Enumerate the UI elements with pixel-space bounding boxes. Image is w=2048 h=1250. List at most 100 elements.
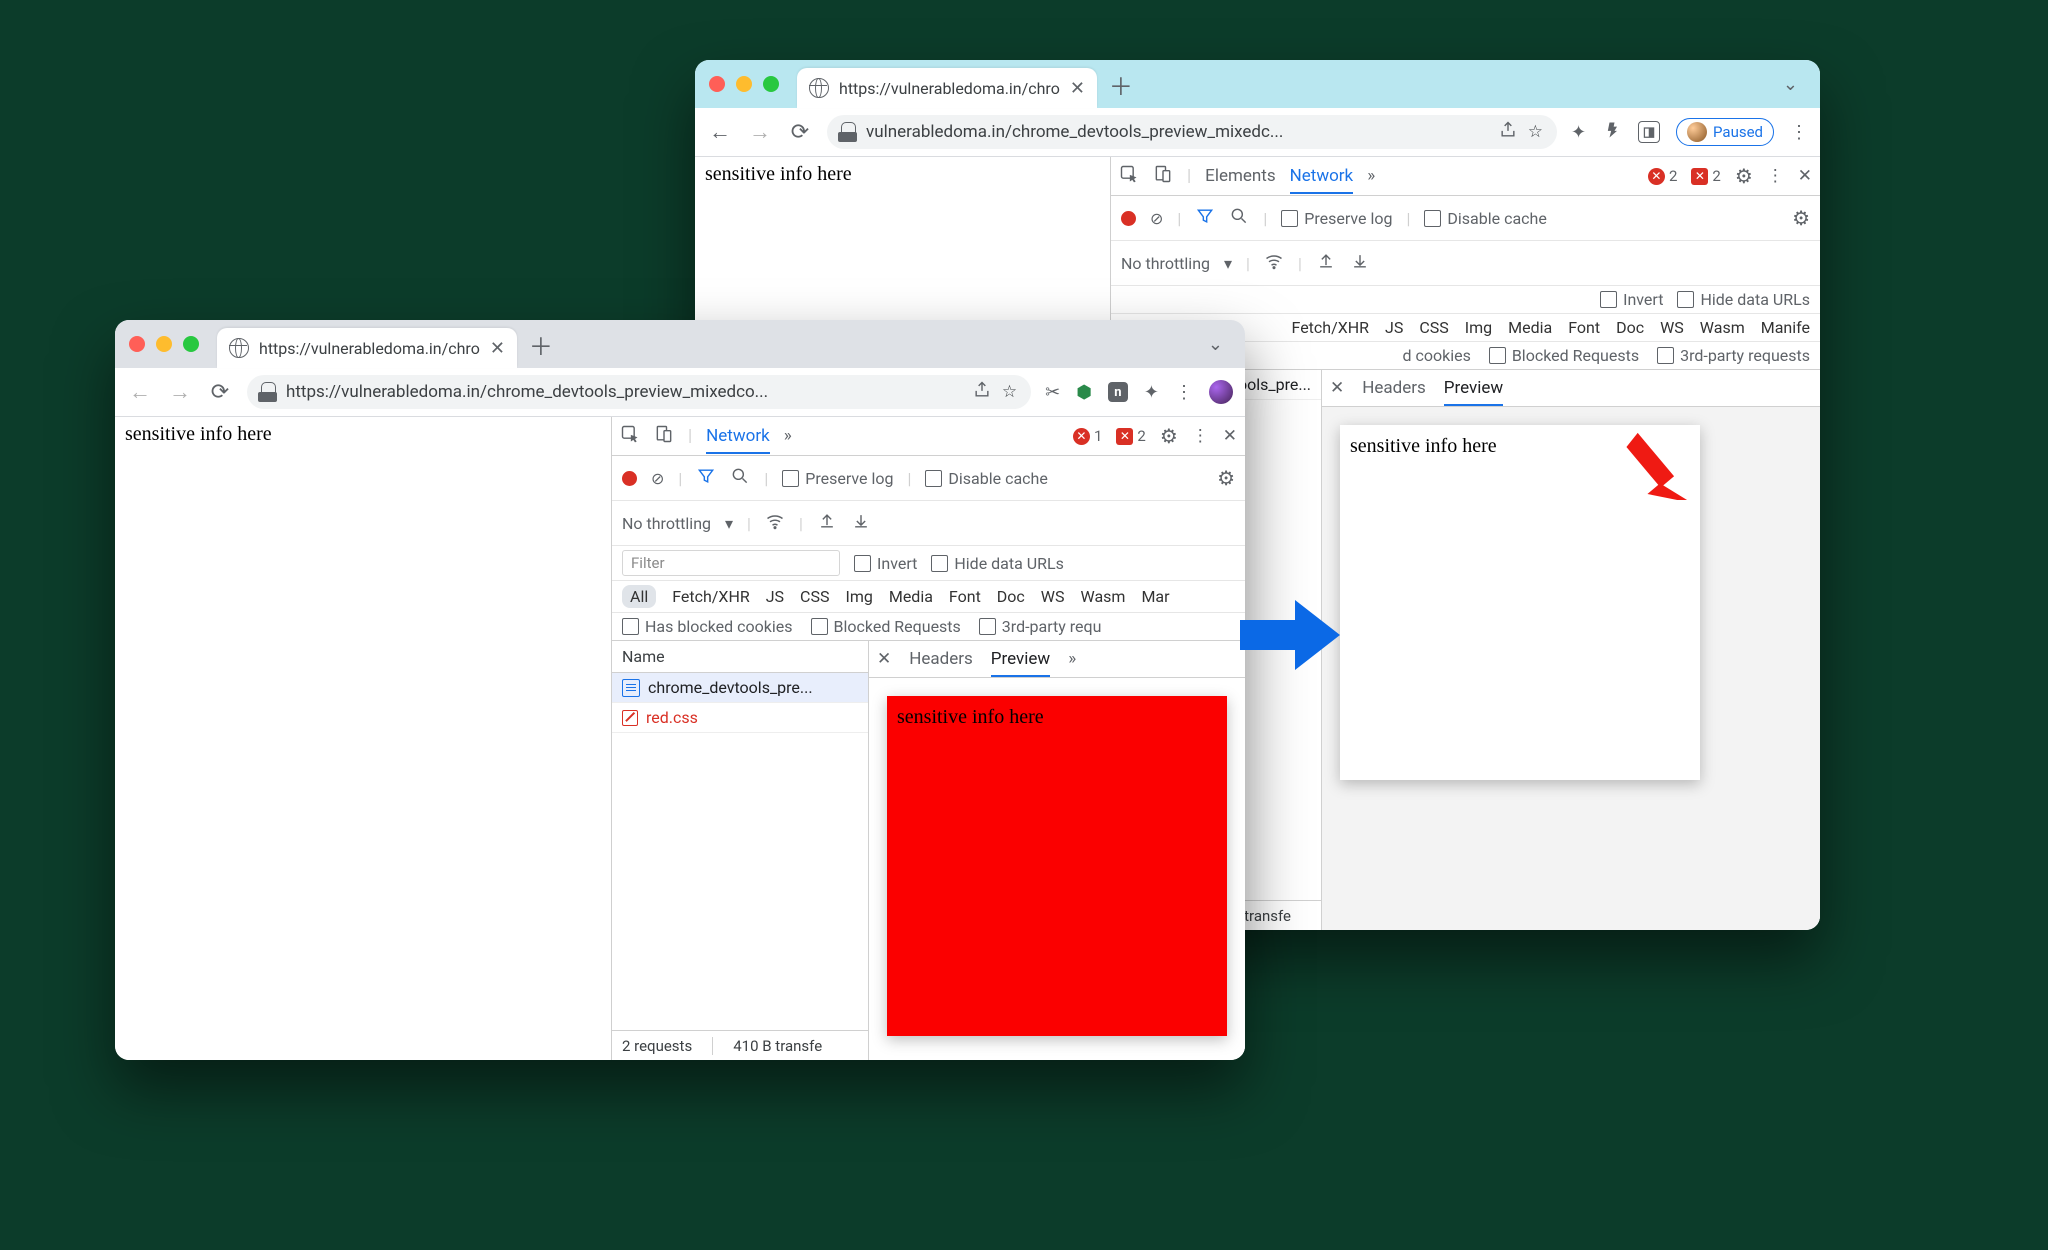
type-all[interactable]: All — [622, 585, 656, 608]
dtab-headers[interactable]: Headers — [909, 649, 973, 669]
type-media[interactable]: Media — [889, 587, 933, 606]
extension-icon[interactable] — [1602, 120, 1622, 145]
new-tab-button[interactable]: ＋ — [1109, 67, 1133, 102]
issue-count[interactable]: ✕2 — [1116, 427, 1145, 445]
disable-cache-checkbox[interactable]: Disable cache — [1424, 209, 1546, 228]
blocked-requests-checkbox[interactable]: Blocked Requests — [1489, 346, 1639, 365]
search-icon[interactable] — [730, 466, 750, 490]
download-icon[interactable] — [851, 511, 871, 535]
extension-green-icon[interactable]: ⬢ — [1076, 382, 1092, 403]
close-devtools-icon[interactable]: ✕ — [1223, 426, 1237, 446]
close-window-icon[interactable] — [129, 336, 145, 352]
dtab-headers[interactable]: Headers — [1362, 378, 1426, 398]
type-media[interactable]: Media — [1508, 318, 1552, 337]
avatar-icon[interactable] — [1209, 380, 1233, 404]
gear-icon[interactable]: ⚙ — [1735, 164, 1753, 188]
more-tabs-icon[interactable]: » — [1367, 166, 1375, 186]
filter-icon[interactable] — [696, 466, 716, 490]
issue-count[interactable]: ✕2 — [1691, 167, 1720, 185]
close-detail-icon[interactable]: ✕ — [1330, 378, 1344, 398]
kebab-icon[interactable]: ⋮ — [1767, 166, 1784, 186]
forward-button[interactable]: → — [747, 119, 773, 145]
minimize-window-icon[interactable] — [156, 336, 172, 352]
device-icon[interactable] — [1153, 164, 1173, 189]
device-icon[interactable] — [654, 424, 674, 449]
tab-elements[interactable]: Elements — [1205, 166, 1275, 186]
type-js[interactable]: JS — [766, 587, 784, 606]
filter-input[interactable]: Filter — [622, 550, 840, 576]
preserve-log-checkbox[interactable]: Preserve log — [782, 469, 893, 488]
browser-tab[interactable]: https://vulnerabledoma.in/chro ✕ — [797, 68, 1097, 108]
star-icon[interactable]: ☆ — [1002, 382, 1017, 402]
type-img[interactable]: Img — [845, 587, 872, 606]
blocked-cookies-checkbox[interactable]: d cookies — [1402, 346, 1470, 365]
dtab-preview[interactable]: Preview — [991, 649, 1050, 677]
extension-n-icon[interactable]: ◨ — [1638, 121, 1660, 143]
more-detail-tabs-icon[interactable]: » — [1068, 649, 1076, 669]
tab-network[interactable]: Network — [1290, 166, 1354, 194]
clear-icon[interactable]: ⊘ — [1150, 209, 1163, 228]
filter-icon[interactable] — [1195, 206, 1215, 230]
preserve-log-checkbox[interactable]: Preserve log — [1281, 209, 1392, 228]
extensions-icon[interactable]: ✦ — [1571, 122, 1586, 143]
dtab-preview[interactable]: Preview — [1444, 378, 1503, 406]
network-gear-icon[interactable]: ⚙ — [1217, 466, 1235, 490]
back-button[interactable]: ← — [707, 119, 733, 145]
maximize-window-icon[interactable] — [763, 76, 779, 92]
inspect-icon[interactable] — [1119, 164, 1139, 189]
menu-icon[interactable]: ⋮ — [1175, 382, 1193, 403]
record-icon[interactable] — [1121, 211, 1136, 226]
close-detail-icon[interactable]: ✕ — [877, 649, 891, 669]
new-tab-button[interactable]: ＋ — [529, 327, 553, 362]
error-count[interactable]: ✕2 — [1648, 167, 1677, 185]
type-font[interactable]: Font — [949, 587, 981, 606]
table-row[interactable]: red.css — [612, 703, 868, 733]
table-row[interactable]: chrome_devtools_pre... — [612, 673, 868, 703]
type-font[interactable]: Font — [1568, 318, 1600, 337]
type-wasm[interactable]: Wasm — [1700, 318, 1745, 337]
profile-paused-button[interactable]: Paused — [1676, 118, 1774, 146]
type-js[interactable]: JS — [1385, 318, 1403, 337]
record-icon[interactable] — [622, 471, 637, 486]
reload-button[interactable]: ⟳ — [787, 120, 813, 145]
upload-icon[interactable] — [817, 511, 837, 535]
clear-icon[interactable]: ⊘ — [651, 469, 664, 488]
kebab-icon[interactable]: ⋮ — [1192, 426, 1209, 446]
browser-tab[interactable]: https://vulnerabledoma.in/chro ✕ — [217, 328, 517, 368]
type-css[interactable]: CSS — [800, 587, 829, 606]
extensions-icon[interactable]: ✦ — [1144, 382, 1159, 403]
type-ws[interactable]: WS — [1660, 318, 1684, 337]
type-fetchxhr[interactable]: Fetch/XHR — [1292, 318, 1370, 337]
minimize-window-icon[interactable] — [736, 76, 752, 92]
type-doc[interactable]: Doc — [1616, 318, 1644, 337]
network-gear-icon[interactable]: ⚙ — [1792, 206, 1810, 230]
blocked-requests-checkbox[interactable]: Blocked Requests — [811, 617, 961, 636]
disable-cache-checkbox[interactable]: Disable cache — [925, 469, 1047, 488]
error-count[interactable]: ✕1 — [1073, 427, 1102, 445]
close-tab-icon[interactable]: ✕ — [1070, 78, 1085, 99]
throttle-select[interactable]: No throttling — [1121, 254, 1210, 273]
inspect-icon[interactable] — [620, 424, 640, 449]
share-icon[interactable] — [972, 380, 992, 405]
blocked-cookies-checkbox[interactable]: Has blocked cookies — [622, 617, 793, 636]
gear-icon[interactable]: ⚙ — [1160, 424, 1178, 448]
throttle-select[interactable]: No throttling — [622, 514, 711, 533]
invert-checkbox[interactable]: Invert — [1600, 290, 1663, 309]
close-window-icon[interactable] — [709, 76, 725, 92]
more-tabs-icon[interactable]: » — [784, 426, 792, 446]
type-img[interactable]: Img — [1465, 318, 1492, 337]
forward-button[interactable]: → — [167, 379, 193, 405]
back-button[interactable]: ← — [127, 379, 153, 405]
type-doc[interactable]: Doc — [997, 587, 1025, 606]
close-devtools-icon[interactable]: ✕ — [1798, 166, 1812, 186]
address-bar[interactable]: vulnerabledoma.in/chrome_devtools_previe… — [827, 115, 1557, 149]
type-fetchxhr[interactable]: Fetch/XHR — [672, 587, 750, 606]
close-tab-icon[interactable]: ✕ — [490, 338, 505, 359]
third-party-checkbox[interactable]: 3rd-party requests — [1657, 346, 1810, 365]
address-bar[interactable]: https://vulnerabledoma.in/chrome_devtool… — [247, 375, 1031, 409]
wifi-icon[interactable] — [1264, 251, 1284, 275]
hide-data-urls-checkbox[interactable]: Hide data URLs — [1677, 290, 1810, 309]
menu-icon[interactable]: ⋮ — [1790, 122, 1808, 143]
type-wasm[interactable]: Wasm — [1081, 587, 1126, 606]
search-icon[interactable] — [1229, 206, 1249, 230]
